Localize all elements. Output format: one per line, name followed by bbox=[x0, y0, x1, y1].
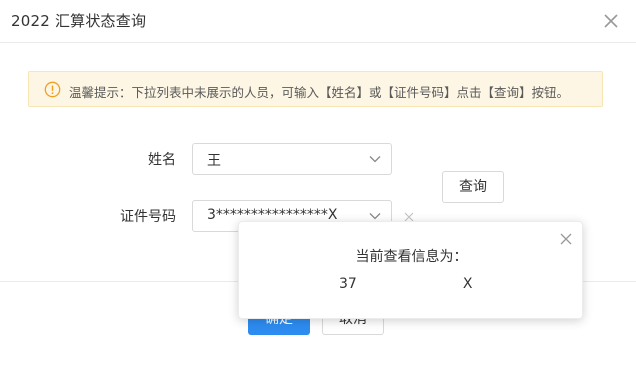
id-suffix: X bbox=[462, 276, 473, 292]
tip-alert: 温馨提示：下拉列表中未展示的人员，可输入【姓名】或【证件号码】点击【查询】按钮。 bbox=[28, 71, 603, 107]
dialog-title: 2022 汇算状态查询 bbox=[11, 12, 147, 30]
dialog-header: 2022 汇算状态查询 bbox=[0, 0, 636, 43]
id-prefix: 37 bbox=[339, 276, 357, 292]
chevron-down-icon bbox=[369, 213, 381, 220]
redaction-mask bbox=[356, 277, 463, 291]
tip-text: 温馨提示：下拉列表中未展示的人员，可输入【姓名】或【证件号码】点击【查询】按钮。 bbox=[69, 85, 570, 100]
warning-icon bbox=[44, 81, 61, 98]
name-select-value: 王 bbox=[207, 153, 221, 169]
popover-id-value: 37 X bbox=[339, 276, 472, 292]
info-popover: 当前查看信息为： 37 X bbox=[238, 221, 583, 319]
chevron-down-icon bbox=[369, 156, 381, 163]
query-button[interactable]: 查询 bbox=[442, 171, 504, 203]
close-icon[interactable] bbox=[559, 232, 573, 246]
close-icon[interactable] bbox=[602, 12, 620, 30]
id-label: 证件号码 bbox=[120, 209, 176, 225]
popover-title: 当前查看信息为： bbox=[355, 249, 468, 265]
name-label: 姓名 bbox=[148, 152, 176, 168]
name-select[interactable]: 王 bbox=[192, 143, 392, 175]
query-dialog: 2022 汇算状态查询 温馨提示：下拉列表中未展示的人员，可输入【姓名】或【证件… bbox=[0, 0, 636, 367]
